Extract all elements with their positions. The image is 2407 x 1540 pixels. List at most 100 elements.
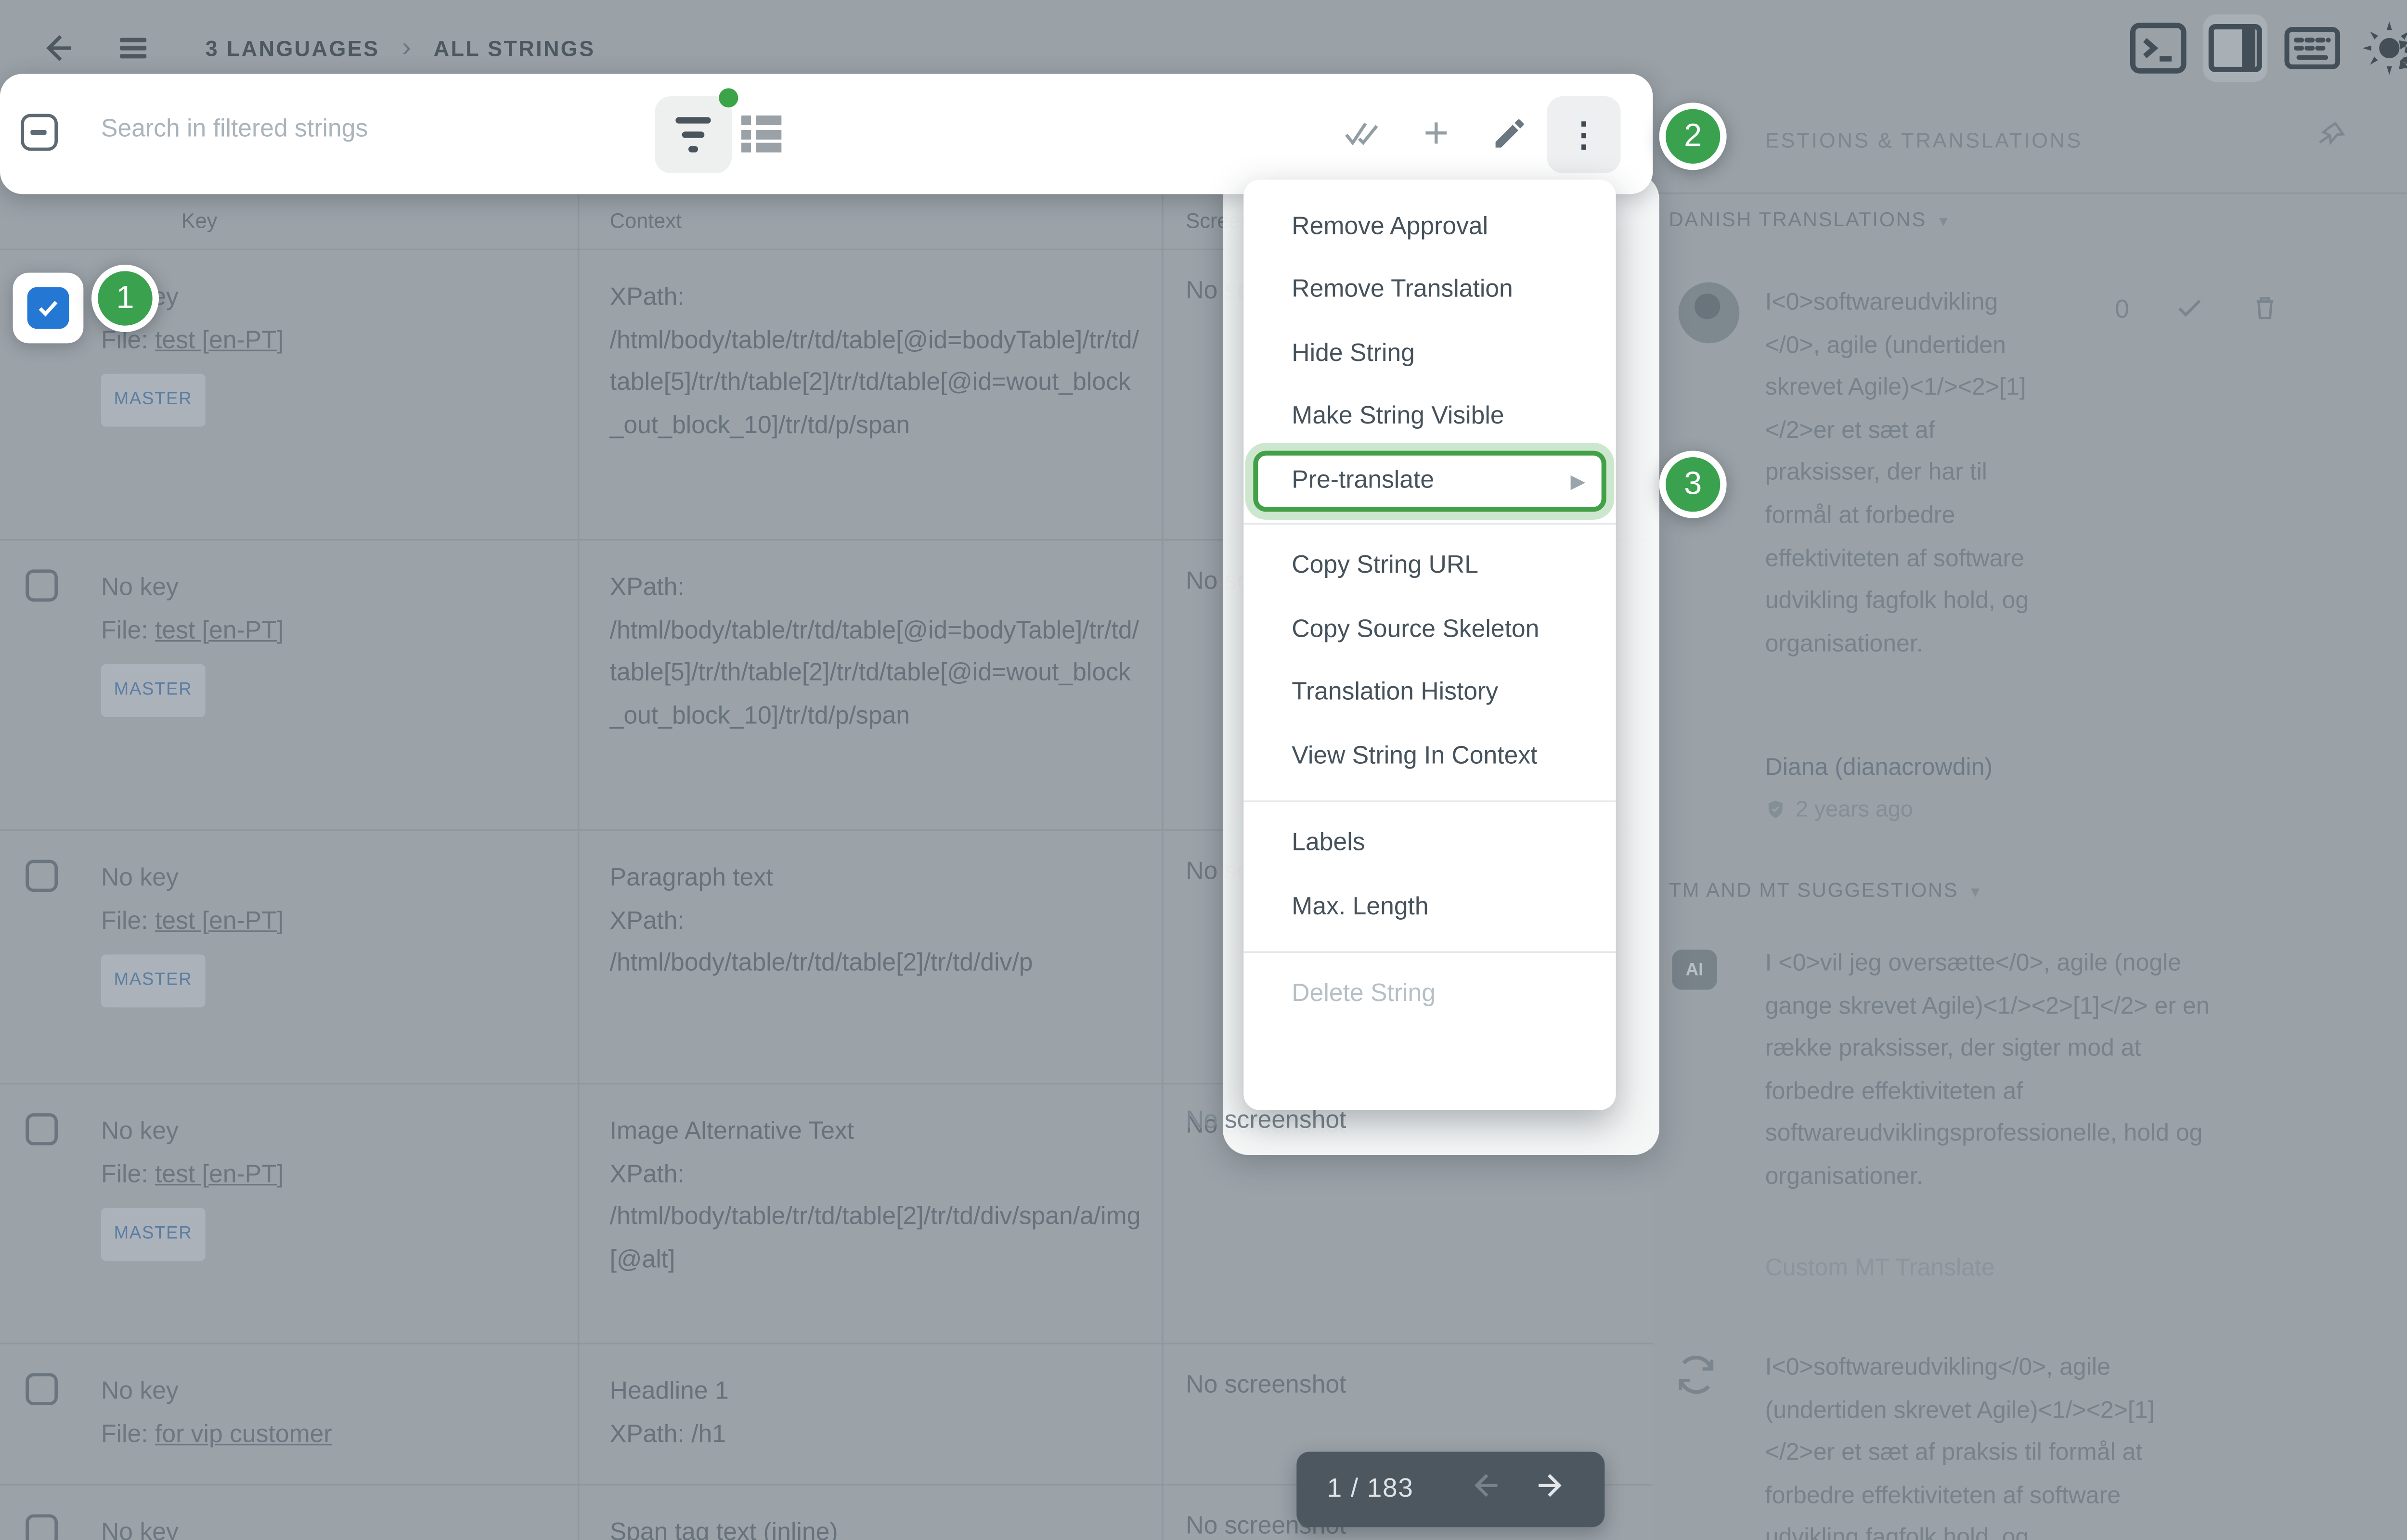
menu-item-translation-history[interactable]: Translation History	[1243, 662, 1616, 725]
tm-suggestion-text[interactable]: I<0>softwareudvikling</0>, agile (undert…	[1765, 1348, 2218, 1540]
context-line: Image Alternative Text	[610, 1112, 1143, 1154]
hamburger-menu-icon[interactable]	[109, 24, 157, 72]
row-checkbox[interactable]	[26, 860, 58, 892]
menu-item-hide-string[interactable]: Hide String	[1243, 322, 1616, 386]
add-string-icon[interactable]: +	[1415, 112, 1457, 154]
context-line: XPath:	[610, 901, 1143, 943]
mt-source-label: Custom MT Translate	[1765, 1255, 1995, 1282]
menu-item-labels[interactable]: Labels	[1243, 812, 1616, 876]
menu-item-label: Copy Source Skeleton	[1292, 616, 1539, 644]
context-line: XPath:	[610, 278, 1143, 320]
context-line: XPath: /h1	[610, 1414, 1143, 1456]
menu-item-label: Remove Translation	[1292, 276, 1513, 305]
row-checkbox[interactable]	[26, 569, 58, 602]
menu-item-max-length[interactable]: Max. Length	[1243, 876, 1616, 939]
menu-divider	[1243, 522, 1616, 524]
side-by-side-mode-icon[interactable]	[2203, 14, 2267, 82]
menu-item-copy-source-skeleton[interactable]: Copy Source Skeleton	[1243, 598, 1616, 662]
submenu-arrow-icon: ▶	[1571, 470, 1586, 492]
col-key: Key	[181, 208, 218, 232]
breadcrumb-all-strings[interactable]: ALL STRINGS	[434, 36, 595, 60]
menu-item-label: Translation History	[1292, 679, 1498, 708]
menu-item-label: View String In Context	[1292, 742, 1537, 771]
edit-icon[interactable]	[1489, 112, 1531, 154]
search-toolbar: Search in filtered strings + ⋮	[0, 74, 1653, 194]
row-context: XPath:/html/body/table/tr/td/table[@id=b…	[610, 568, 1143, 738]
context-line: XPath:	[610, 568, 1143, 610]
approve-icon[interactable]	[2174, 292, 2204, 331]
menu-divider	[1243, 800, 1616, 801]
file-link[interactable]: test [en-PT]	[155, 617, 284, 644]
file-link[interactable]: test [en-PT]	[155, 907, 284, 935]
checked-checkbox[interactable]	[27, 287, 69, 329]
master-badge: MASTER	[101, 664, 205, 716]
col-context: Context	[610, 208, 682, 232]
file-link[interactable]: test [en-PT]	[155, 326, 284, 354]
step-badge-3: 3	[1659, 451, 1727, 518]
context-line: Paragraph text	[610, 858, 1143, 900]
row-checkbox[interactable]	[26, 1113, 58, 1145]
menu-item-label: Copy String URL	[1292, 552, 1478, 581]
row-context: Span tag text (inline)	[610, 1513, 1143, 1540]
menu-item-pre-translate[interactable]: Pre-translate ▶	[1253, 451, 1606, 511]
crowdin-editor: 3 LANGUAGES › ALL STRINGS Key Context Sc…	[0, 0, 2407, 1540]
translation-time: 2 years ago	[1765, 796, 1913, 821]
keyboard-shortcuts-icon[interactable]	[2280, 14, 2344, 82]
step-badge-2: 2	[1659, 103, 1727, 170]
tm-sync-icon	[1672, 1351, 1720, 1399]
filter-icon[interactable]	[655, 96, 732, 173]
vote-count: 0	[2115, 297, 2129, 326]
row-screenshot: No screenshot	[1186, 1372, 1635, 1400]
context-line: /html/body/table/tr/td/table[@id=bodyTab…	[610, 610, 1143, 738]
step-badge-1: 1	[91, 265, 159, 332]
danish-translation-text: I<0>softwareudvikling </0>, agile (under…	[1765, 282, 2054, 667]
menu-item-label: Remove Approval	[1292, 213, 1488, 242]
master-badge: MASTER	[101, 1208, 205, 1260]
translator-name[interactable]: Diana (dianacrowdin)	[1765, 754, 1993, 782]
row-context: Headline 1XPath: /h1	[610, 1372, 1143, 1457]
menu-item-label: Pre-translate	[1292, 466, 1434, 495]
row-screenshot-highlight: No screenshot	[1186, 1107, 1346, 1136]
search-input[interactable]: Search in filtered strings	[101, 116, 368, 144]
context-menu: Remove Approval Remove Translation Hide St…	[1243, 180, 1616, 1110]
next-page-icon[interactable]	[1536, 1468, 1571, 1511]
pin-icon[interactable]	[2311, 116, 2349, 162]
context-line: /html/body/table/tr/td/table[2]/tr/td/di…	[610, 943, 1143, 986]
ai-badge-icon: AI	[1672, 950, 1717, 989]
breadcrumb-languages[interactable]: 3 LANGUAGES	[206, 36, 380, 60]
menu-item-copy-string-url[interactable]: Copy String URL	[1243, 535, 1616, 599]
kebab-menu-icon[interactable]: ⋮	[1547, 96, 1620, 173]
danish-translations-header[interactable]: DANISH TRANSLATIONS▼	[1669, 208, 1952, 231]
row-context: XPath:/html/body/table/tr/td/table[@id=b…	[610, 278, 1143, 448]
checkbox-spotlight	[13, 273, 84, 344]
gear-icon[interactable]	[2357, 14, 2407, 82]
menu-item-view-string-in-context[interactable]: View String In Context	[1243, 725, 1616, 789]
file-link[interactable]: test [en-PT]	[155, 1161, 284, 1188]
approve-all-icon[interactable]	[1342, 112, 1384, 154]
file-label: File:	[101, 1161, 148, 1188]
back-arrow-icon[interactable]	[32, 24, 80, 72]
pagination: 1 / 183	[1296, 1452, 1605, 1527]
list-view-icon[interactable]	[741, 116, 781, 154]
tm-mt-suggestions-header[interactable]: TM AND MT SUGGESTIONS▼	[1669, 879, 1984, 902]
row-checkbox[interactable]	[26, 1514, 58, 1540]
master-badge: MASTER	[101, 374, 205, 426]
row-checkbox[interactable]	[26, 1373, 58, 1405]
context-line: /html/body/table/tr/td/table[2]/tr/td/di…	[610, 1197, 1143, 1282]
terminal-icon[interactable]	[2126, 14, 2190, 82]
menu-divider	[1243, 950, 1616, 952]
menu-item-delete-string: Delete String	[1243, 963, 1616, 1027]
menu-item-remove-translation[interactable]: Remove Translation	[1243, 259, 1616, 322]
shield-icon	[1765, 798, 1786, 819]
prev-page-icon[interactable]	[1465, 1468, 1500, 1511]
context-line: Span tag text (inline)	[610, 1513, 1143, 1540]
menu-item-label: Delete String	[1292, 980, 1436, 1009]
select-all-checkbox[interactable]	[21, 114, 58, 151]
menu-item-remove-approval[interactable]: Remove Approval	[1243, 196, 1616, 259]
mt-suggestion-text[interactable]: I <0>vil jeg oversætte</0>, agile (nogle…	[1765, 943, 2218, 1199]
trash-icon[interactable]	[2250, 292, 2280, 331]
file-link[interactable]: for vip customer	[155, 1421, 332, 1448]
context-line: Headline 1	[610, 1372, 1143, 1414]
menu-item-make-string-visible[interactable]: Make String Visible	[1243, 386, 1616, 449]
breadcrumb-chevron-icon: ›	[402, 32, 411, 64]
